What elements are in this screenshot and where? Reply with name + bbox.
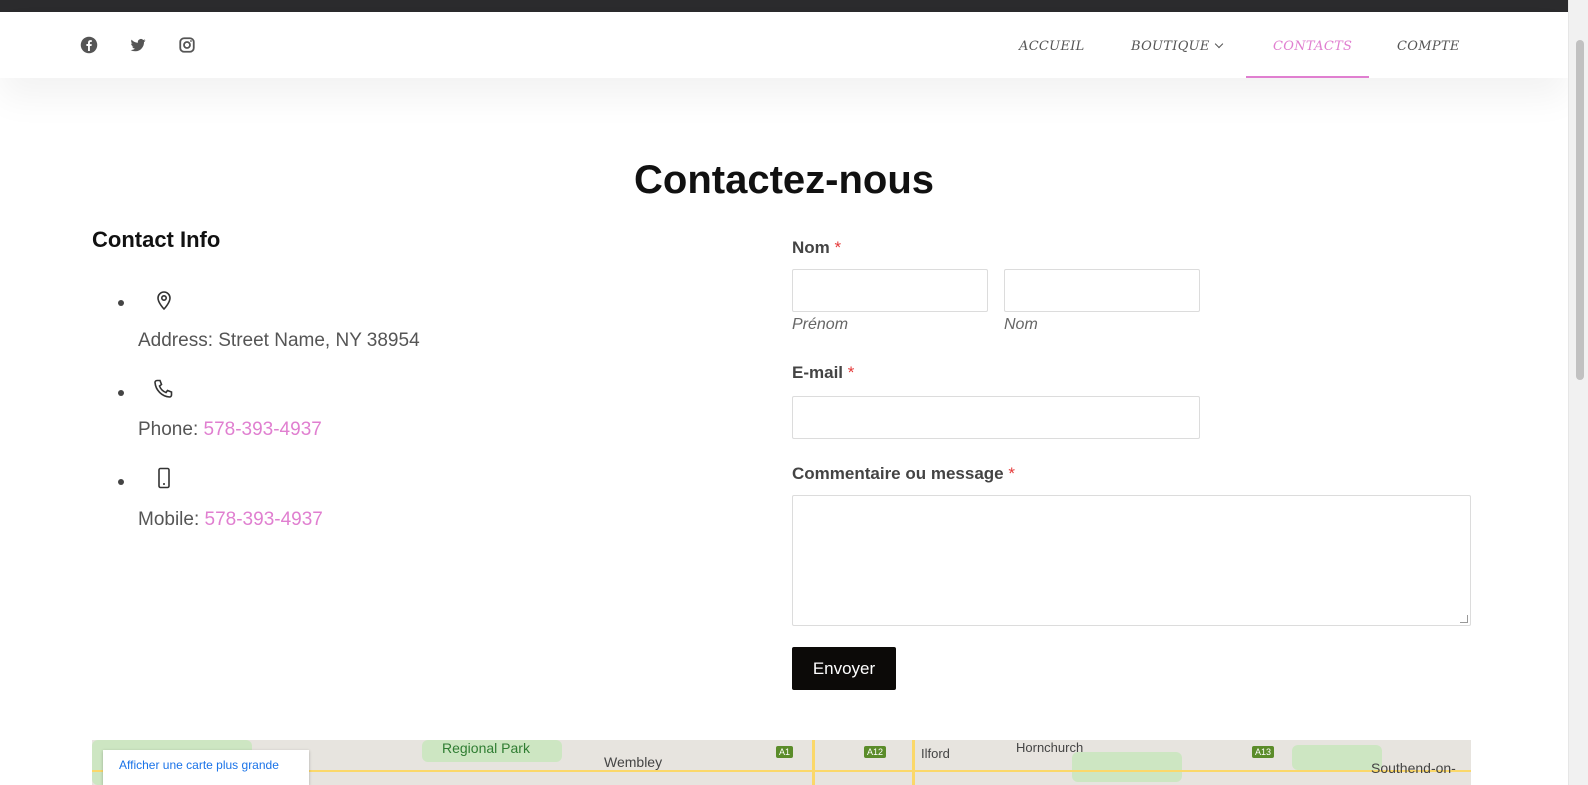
- main-nav: ACCUEIL BOUTIQUE CONTACTS COMPTE: [0, 12, 1568, 78]
- road-shield-a12: A12: [864, 746, 887, 758]
- map-place-label: Regional Park: [442, 740, 530, 756]
- site-header: ACCUEIL BOUTIQUE CONTACTS COMPTE: [0, 12, 1568, 78]
- phone-line: Phone: 578-393-4937: [138, 419, 322, 441]
- required-mark: *: [834, 238, 842, 257]
- map-place-label: Hornchurch: [1016, 740, 1084, 755]
- list-bullet: [118, 390, 124, 396]
- map-park-area: [1292, 745, 1382, 770]
- address-text: Address: Street Name, NY 38954: [138, 330, 420, 351]
- scrollbar-thumb[interactable]: [1576, 40, 1584, 380]
- name-label-text: Nom: [792, 238, 830, 257]
- nav-item-boutique[interactable]: BOUTIQUE: [1131, 39, 1223, 54]
- address-line: Address: Street Name, NY 38954: [138, 330, 420, 352]
- first-name-sublabel: Prénom: [792, 316, 849, 333]
- email-label-text: E-mail: [792, 363, 844, 382]
- mobile-line: Mobile: 578-393-4937: [138, 509, 323, 531]
- map-link-box: Afficher une carte plus grande: [103, 750, 309, 785]
- map-road: [912, 740, 915, 785]
- resize-handle-icon[interactable]: [1460, 615, 1468, 623]
- name-label: Nom *: [792, 238, 841, 258]
- mobile-prefix: Mobile:: [138, 509, 205, 530]
- required-mark: *: [1008, 464, 1015, 483]
- nav-item-contacts[interactable]: CONTACTS: [1273, 39, 1352, 54]
- map-place-label: Ilford: [921, 746, 950, 761]
- nav-item-accueil[interactable]: ACCUEIL: [1019, 39, 1085, 54]
- phone-link[interactable]: 578-393-4937: [204, 419, 322, 440]
- nav-item-compte[interactable]: COMPTE: [1397, 39, 1460, 54]
- map-place-label: Wembley: [604, 754, 663, 770]
- contact-info-heading: Contact Info: [92, 227, 221, 252]
- phone-prefix: Phone:: [138, 419, 204, 440]
- email-input[interactable]: [792, 396, 1200, 439]
- active-nav-indicator: [1246, 76, 1369, 78]
- google-map[interactable]: Regional Park Wembley Ilford Hornchurch …: [92, 740, 1471, 785]
- road-shield-a1: A1: [776, 746, 794, 758]
- mobile-link[interactable]: 578-393-4937: [205, 509, 323, 530]
- submit-button[interactable]: Envoyer: [792, 647, 896, 690]
- list-bullet: [118, 300, 124, 306]
- last-name-input[interactable]: [1004, 269, 1200, 312]
- message-label: Commentaire ou message *: [792, 464, 1015, 484]
- phone-icon: [152, 377, 176, 401]
- location-pin-icon: [152, 288, 176, 312]
- first-name-input[interactable]: [792, 269, 988, 312]
- message-label-text: Commentaire ou message: [792, 464, 1004, 483]
- road-shield-a13: A13: [1252, 746, 1275, 758]
- mobile-icon: [152, 466, 176, 490]
- required-mark: *: [847, 363, 855, 382]
- chevron-down-icon: [1214, 39, 1223, 49]
- top-bar: [0, 0, 1568, 12]
- map-road: [812, 740, 815, 785]
- larger-map-link[interactable]: Afficher une carte plus grande: [119, 758, 279, 772]
- map-park-area: [1072, 752, 1182, 782]
- list-bullet: [118, 479, 124, 485]
- message-textarea[interactable]: [792, 495, 1471, 626]
- last-name-sublabel: Nom: [1004, 316, 1038, 333]
- scrollbar[interactable]: [1568, 0, 1588, 785]
- nav-item-boutique-label: BOUTIQUE: [1131, 39, 1210, 54]
- email-label: E-mail *: [792, 363, 854, 383]
- page-title: Contactez-nous: [634, 158, 934, 202]
- map-place-label: Southend-on-: [1371, 760, 1456, 776]
